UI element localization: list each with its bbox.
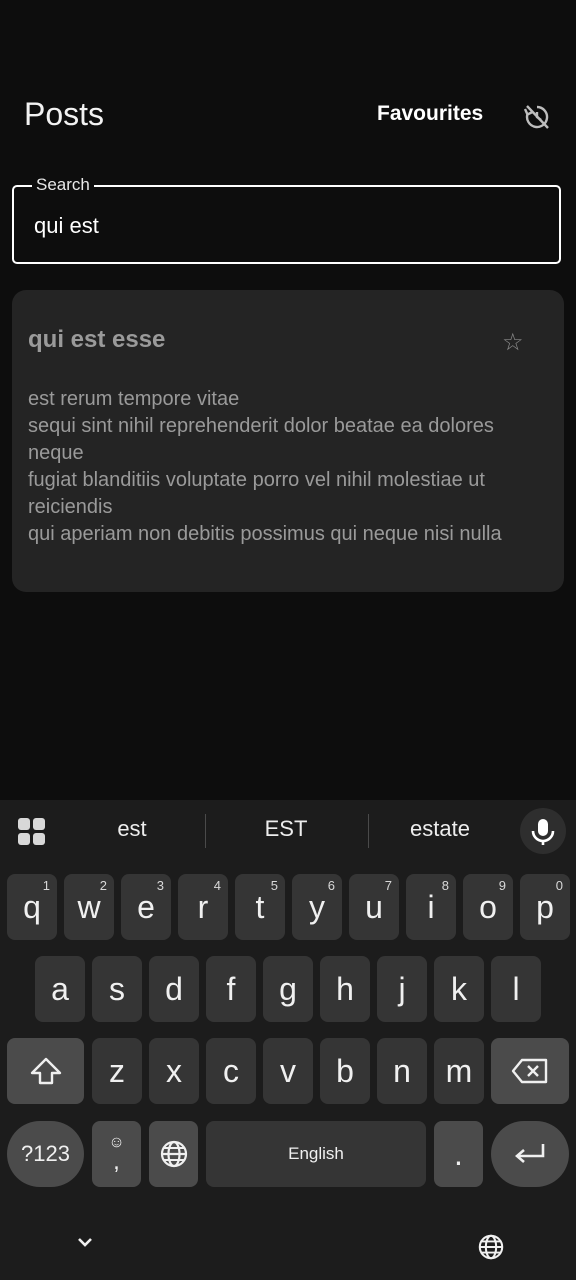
key-w[interactable]: w2 — [64, 874, 114, 940]
key-y[interactable]: y6 — [292, 874, 342, 940]
key-u[interactable]: u7 — [349, 874, 399, 940]
search-label: Search — [32, 175, 94, 195]
key-e[interactable]: e3 — [121, 874, 171, 940]
globe-icon — [160, 1140, 187, 1168]
suggestion-2[interactable]: EST — [236, 816, 336, 842]
key-d[interactable]: d — [149, 956, 199, 1022]
divider — [368, 814, 369, 848]
key-n[interactable]: n — [377, 1038, 427, 1104]
key-k[interactable]: k — [434, 956, 484, 1022]
key-c[interactable]: c — [206, 1038, 256, 1104]
search-field[interactable]: Search — [12, 175, 561, 264]
key-p[interactable]: p0 — [520, 874, 570, 940]
apps-grid-icon[interactable] — [18, 818, 46, 846]
page-title: Posts — [24, 96, 105, 132]
key-r[interactable]: r4 — [178, 874, 228, 940]
favourites-button[interactable]: Favourites — [377, 102, 483, 126]
shift-key[interactable] — [7, 1038, 84, 1104]
top-app-bar: Posts Favourites — [0, 80, 576, 152]
key-x[interactable]: x — [149, 1038, 199, 1104]
on-screen-keyboard: est EST estate q1 w2 e3 r4 t5 y6 u7 i8 o… — [0, 800, 576, 1200]
search-input[interactable] — [34, 209, 534, 243]
key-z[interactable]: z — [92, 1038, 142, 1104]
key-t[interactable]: t5 — [235, 874, 285, 940]
key-o[interactable]: o9 — [463, 874, 513, 940]
key-l[interactable]: l — [491, 956, 541, 1022]
post-body: est rerum tempore vitae sequi sint nihil… — [28, 388, 502, 545]
navigation-bar — [0, 1200, 576, 1280]
post-title: qui est esse — [28, 326, 166, 353]
key-a[interactable]: a — [35, 956, 85, 1022]
key-v[interactable]: v — [263, 1038, 313, 1104]
history-off-icon[interactable] — [522, 102, 552, 132]
chevron-down-icon[interactable] — [72, 1232, 98, 1252]
suggestion-bar: est EST estate — [0, 800, 576, 862]
shift-arrow-icon — [30, 1057, 61, 1085]
key-j[interactable]: j — [377, 956, 427, 1022]
key-b[interactable]: b — [320, 1038, 370, 1104]
suggestion-3[interactable]: estate — [390, 816, 490, 842]
globe-icon[interactable] — [477, 1233, 505, 1261]
key-i[interactable]: i8 — [406, 874, 456, 940]
space-key[interactable]: English — [206, 1121, 426, 1187]
backspace-key[interactable] — [491, 1038, 569, 1104]
key-s[interactable]: s — [92, 956, 142, 1022]
star-outline-icon[interactable]: ☆ — [502, 328, 524, 357]
key-g[interactable]: g — [263, 956, 313, 1022]
key-q[interactable]: q1 — [7, 874, 57, 940]
suggestion-1[interactable]: est — [80, 816, 184, 842]
language-key[interactable] — [149, 1121, 198, 1187]
backspace-icon — [511, 1058, 548, 1084]
divider — [205, 814, 206, 848]
post-card[interactable]: qui est esse ☆ est rerum tempore vitae s… — [12, 290, 564, 592]
enter-key[interactable] — [491, 1121, 569, 1187]
key-m[interactable]: m — [434, 1038, 484, 1104]
microphone-icon[interactable] — [520, 808, 566, 854]
key-f[interactable]: f — [206, 956, 256, 1022]
period-key[interactable]: . — [434, 1121, 483, 1187]
emoji-comma-key[interactable]: ☺ , — [92, 1121, 141, 1187]
enter-arrow-icon — [515, 1144, 545, 1163]
symbols-key[interactable]: ?123 — [7, 1121, 84, 1187]
key-h[interactable]: h — [320, 956, 370, 1022]
